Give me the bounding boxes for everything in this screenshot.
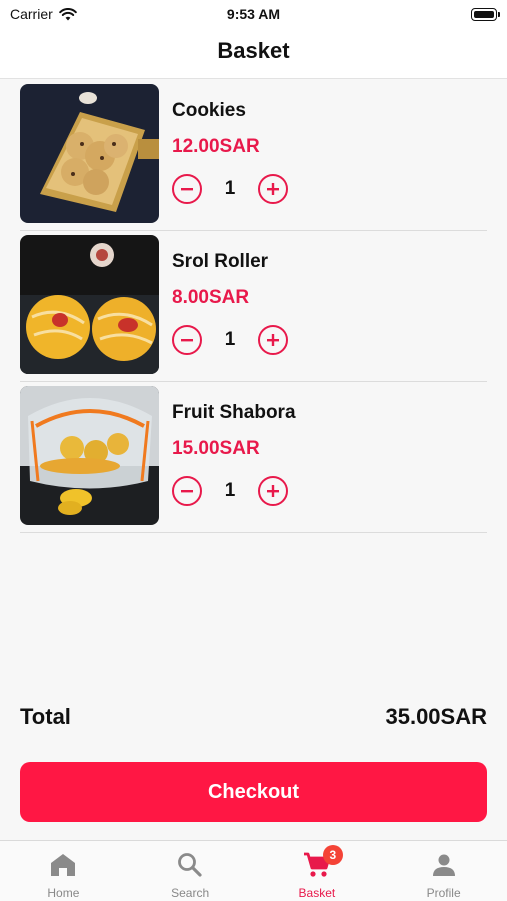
- product-image: [20, 386, 159, 525]
- total-value: 35.00SAR: [385, 704, 487, 729]
- product-name: Fruit Shabora: [172, 402, 296, 423]
- plus-icon: [267, 485, 279, 497]
- product-image: [20, 235, 159, 374]
- quantity-stepper: 1: [172, 474, 288, 508]
- status-time: 9:53 AM: [226, 6, 281, 22]
- nav-header: Basket: [0, 30, 507, 79]
- plus-icon: [267, 334, 279, 346]
- minus-icon: [181, 339, 193, 342]
- product-name: Cookies: [172, 100, 246, 121]
- quantity-stepper: 1: [172, 172, 288, 206]
- search-icon: [175, 850, 205, 880]
- quantity-value: 1: [224, 329, 236, 350]
- cart-count-badge: 3: [322, 845, 343, 865]
- tab-basket[interactable]: 3 Basket: [254, 841, 381, 901]
- increase-quantity-button[interactable]: [258, 174, 288, 204]
- home-icon: [48, 850, 78, 880]
- decrease-quantity-button[interactable]: [172, 325, 202, 355]
- product-price: 12.00SAR: [172, 136, 260, 157]
- minus-icon: [181, 490, 193, 493]
- tab-profile[interactable]: Profile: [380, 841, 507, 901]
- status-bar: Carrier 9:53 AM: [0, 0, 507, 30]
- tab-search[interactable]: Search: [127, 841, 254, 901]
- total-row: Total 35.00SAR: [20, 704, 487, 734]
- basket-list: Cookies 12.00SAR 1 Srol Roller 8.00SAR 1…: [20, 80, 487, 533]
- tab-label: Search: [171, 886, 210, 900]
- quantity-stepper: 1: [172, 323, 288, 357]
- decrease-quantity-button[interactable]: [172, 174, 202, 204]
- tab-label: Home: [47, 886, 80, 900]
- total-label: Total: [20, 704, 71, 729]
- decrease-quantity-button[interactable]: [172, 476, 202, 506]
- battery-icon: [471, 8, 500, 21]
- quantity-value: 1: [224, 480, 236, 501]
- product-price: 15.00SAR: [172, 438, 260, 459]
- page-title: Basket: [217, 38, 290, 63]
- product-image: [20, 84, 159, 223]
- tab-home[interactable]: Home: [0, 841, 127, 901]
- checkout-button[interactable]: Checkout: [20, 762, 487, 822]
- plus-icon: [267, 183, 279, 195]
- product-price: 8.00SAR: [172, 287, 250, 308]
- basket-item: Fruit Shabora 15.00SAR 1: [20, 382, 487, 533]
- increase-quantity-button[interactable]: [258, 325, 288, 355]
- tab-bar: Home Search 3 Basket Profile: [0, 840, 507, 901]
- product-name: Srol Roller: [172, 251, 269, 272]
- minus-icon: [181, 188, 193, 191]
- increase-quantity-button[interactable]: [258, 476, 288, 506]
- basket-item: Srol Roller 8.00SAR 1: [20, 231, 487, 382]
- tab-label: Profile: [426, 886, 461, 900]
- basket-item: Cookies 12.00SAR 1: [20, 80, 487, 231]
- quantity-value: 1: [224, 178, 236, 199]
- person-icon: [429, 850, 459, 880]
- tab-label: Basket: [298, 886, 336, 900]
